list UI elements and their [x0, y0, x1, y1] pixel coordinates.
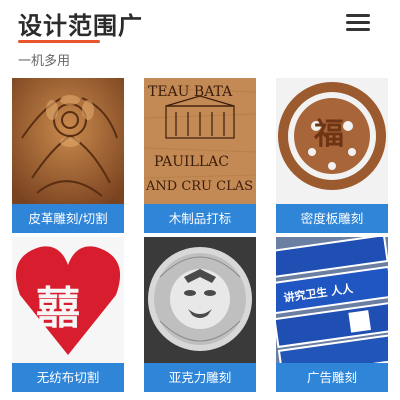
- card-mdf[interactable]: 福 密度板雕刻: [276, 78, 388, 233]
- card-acrylic[interactable]: 亚克力雕刻: [144, 237, 256, 392]
- svg-text:TEAU BATA: TEAU BATA: [148, 84, 233, 100]
- card-fabric[interactable]: 囍 无纺布切割: [12, 237, 124, 392]
- title-underline: [18, 40, 100, 43]
- card-signage[interactable]: 讲究卫生 人人 广告雕刻: [276, 237, 388, 392]
- card-label: 皮革雕刻/切割: [12, 204, 124, 233]
- mdf-carving-image: 福: [276, 78, 388, 204]
- svg-text:囍: 囍: [36, 283, 80, 334]
- wood-marking-image: TEAU BATA PAUILLAC AND CRU CLAS: [144, 78, 256, 204]
- leather-carving-image: [12, 78, 124, 204]
- acrylic-carving-image: [144, 237, 256, 363]
- svg-text:AND CRU CLAS: AND CRU CLAS: [145, 179, 253, 194]
- card-label: 密度板雕刻: [276, 204, 388, 233]
- hamburger-menu-icon[interactable]: [346, 14, 374, 36]
- page-title: 设计范围广: [18, 12, 143, 40]
- advertising-signs-image: 讲究卫生 人人: [276, 237, 388, 363]
- card-leather[interactable]: 皮革雕刻/切割: [12, 78, 124, 233]
- card-label: 广告雕刻: [276, 363, 388, 392]
- page-subtitle: 一机多用: [18, 54, 71, 69]
- card-wood[interactable]: TEAU BATA PAUILLAC AND CRU CLAS 木制品打标: [144, 78, 256, 233]
- svg-text:PAUILLAC: PAUILLAC: [154, 154, 229, 170]
- fabric-cutting-image: 囍: [12, 237, 124, 363]
- page-header: 设计范围广 一机多用: [0, 0, 400, 76]
- card-label: 木制品打标: [144, 204, 256, 233]
- card-label: 亚克力雕刻: [144, 363, 256, 392]
- card-label: 无纺布切割: [12, 363, 124, 392]
- svg-text:福: 福: [313, 117, 344, 152]
